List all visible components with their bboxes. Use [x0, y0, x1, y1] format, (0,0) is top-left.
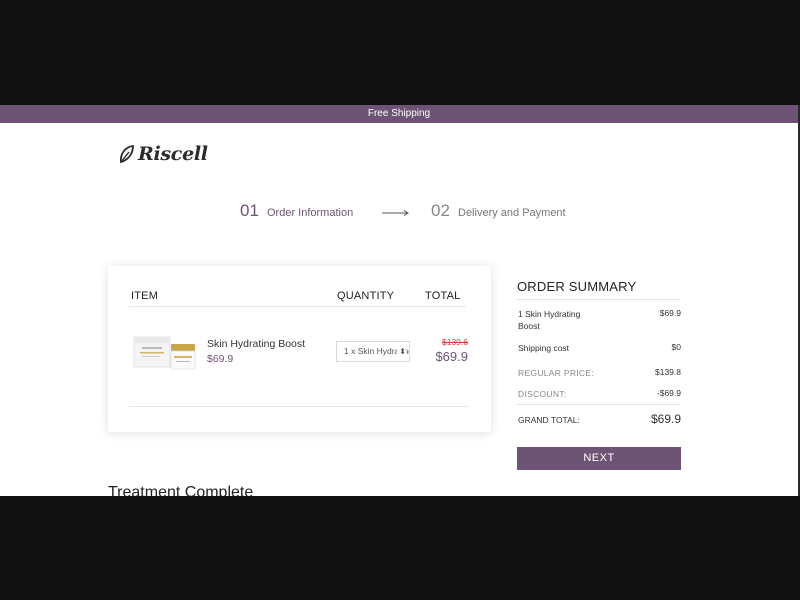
leaf-icon: [120, 144, 134, 164]
cart-card: ITEM QUANTITY TOTAL Skin Hydrating Boost…: [108, 266, 491, 432]
brand-logo[interactable]: Riscell: [118, 142, 208, 166]
step-label: Order Information: [267, 207, 354, 219]
step-number: 02: [431, 201, 450, 220]
discount-label: DISCOUNT:: [518, 389, 567, 399]
grand-total-label: GRAND TOTAL:: [518, 415, 580, 425]
divider: [517, 404, 681, 405]
arrow-right-icon: [382, 210, 409, 216]
section-heading: Treatment Complete: [108, 484, 254, 496]
discount-value: -$69.9: [656, 388, 681, 398]
quantity-column-header: QUANTITY: [337, 290, 395, 302]
product-name[interactable]: Skin Hydrating Boost: [207, 338, 305, 350]
brand-name: Riscell: [138, 143, 208, 165]
original-price: $139.6: [442, 337, 468, 347]
divider: [129, 306, 466, 307]
select-caret-icon: ⬍: [397, 342, 406, 361]
total-column-header: TOTAL: [425, 290, 461, 302]
shipping-label: Shipping cost: [518, 343, 570, 353]
item-column-header: ITEM: [131, 290, 159, 302]
step-number: 01: [240, 201, 259, 220]
shipping-value: $0: [671, 342, 681, 352]
divider: [517, 299, 681, 300]
next-button[interactable]: NEXT: [517, 447, 681, 470]
regular-price-value: $139.8: [655, 367, 681, 377]
regular-price-label: REGULAR PRICE:: [518, 368, 594, 378]
grand-total-value: $69.9: [650, 412, 681, 426]
summary-title: ORDER SUMMARY: [517, 279, 637, 294]
free-shipping-banner: Free Shipping: [0, 105, 798, 123]
product-price: $69.9: [207, 353, 234, 365]
checkout-steps: 01 Order Information 02 Delivery and Pay…: [0, 201, 798, 227]
checkout-page: Free Shipping Riscell 01 Order Informati…: [0, 105, 798, 496]
divider: [129, 406, 469, 407]
summary-item-value: $69.9: [659, 308, 681, 318]
product-image: [133, 336, 196, 370]
quantity-select[interactable]: 1 x Skin Hydrating Boost ⬍: [336, 341, 410, 362]
summary-item-label: 1 Skin Hydrating Boost: [518, 309, 581, 331]
step-label: Delivery and Payment: [458, 207, 566, 219]
line-total: $69.9: [435, 349, 468, 364]
order-summary: ORDER SUMMARY 1 Skin Hydrating Boost $69…: [517, 279, 681, 426]
